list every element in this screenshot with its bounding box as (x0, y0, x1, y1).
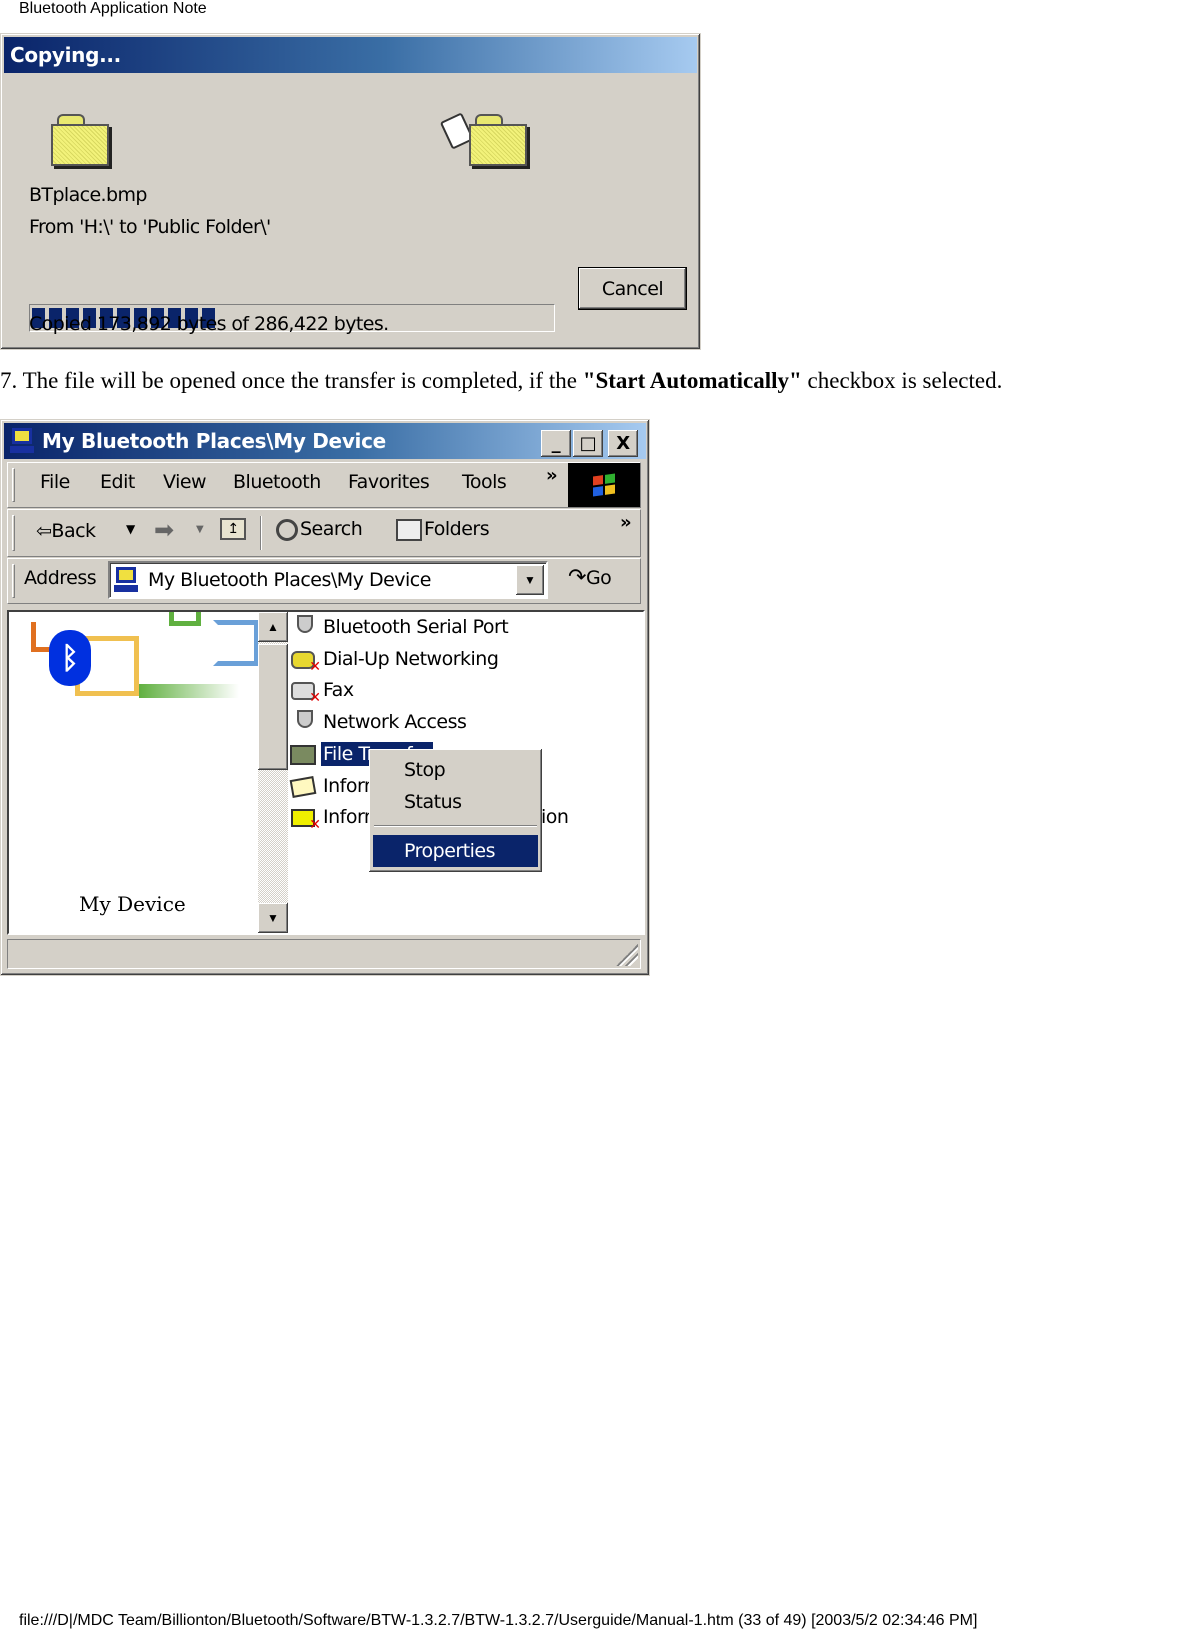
serial-port-plug-icon (289, 613, 319, 641)
back-arrow-icon: ⇦ (36, 520, 52, 542)
service-item[interactable]: Network Access (289, 707, 468, 737)
minimize-button[interactable]: _ (541, 430, 571, 457)
page-footer: file:///D|/MDC Team/Billionton/Bluetooth… (19, 1612, 978, 1629)
back-button[interactable]: ⇦Back (36, 520, 96, 542)
network-plug-icon (289, 708, 319, 736)
menu-bar: File Edit View Bluetooth Favorites Tools… (7, 462, 641, 508)
instruction-paragraph: 7. The file will be opened once the tran… (0, 368, 1003, 393)
context-menu: Stop Status Properties (369, 749, 542, 872)
windows-logo-icon (568, 463, 640, 507)
standard-toolbar: ⇦Back ▼ ➡ ▼ ↥ Search Folders » (7, 509, 641, 557)
toolbar-grip[interactable] (12, 515, 15, 551)
scroll-thumb[interactable] (258, 644, 288, 770)
address-input[interactable]: My Bluetooth Places\My Device ▼ (108, 561, 548, 599)
page-header: Bluetooth Application Note (19, 0, 207, 17)
menu-edit[interactable]: Edit (100, 471, 135, 493)
folder-icon (289, 740, 319, 768)
unavailable-x-icon: ✕ (309, 690, 321, 707)
envelope-pen-icon (289, 772, 319, 800)
address-bar: Address My Bluetooth Places\My Device ▼ … (7, 558, 641, 604)
search-magnifier-icon (276, 518, 298, 541)
vertical-scrollbar[interactable]: ▲ ▼ (258, 612, 288, 933)
destination-folder-icon (469, 114, 531, 166)
copy-from-to: From 'H:\' to 'Public Folder\' (29, 216, 271, 238)
copy-filename: BTplace.bmp (29, 184, 147, 206)
maximize-button[interactable]: □ (573, 430, 603, 457)
toolbar-overflow-chevron-icon[interactable]: » (620, 512, 632, 533)
folders-button[interactable]: Folders (396, 518, 490, 541)
service-item[interactable]: Bluetooth Serial Port (289, 612, 510, 642)
menu-bar-grip[interactable] (12, 468, 15, 502)
menu-overflow-chevron-icon[interactable]: » (546, 465, 558, 486)
envelope-icon: ✕ (289, 803, 321, 834)
menu-view[interactable]: View (163, 471, 207, 493)
menu-tools[interactable]: Tools (462, 471, 507, 493)
unavailable-x-icon: ✕ (309, 817, 321, 834)
fax-icon: ✕ (289, 676, 321, 707)
address-device-icon (114, 567, 140, 593)
folders-icon (396, 518, 422, 541)
go-button[interactable]: ↷Go (568, 565, 612, 590)
explorer-window: My Bluetooth Places\My Device _ □ X File… (0, 419, 650, 976)
scroll-up-icon[interactable]: ▲ (258, 612, 288, 642)
go-arrow-icon: ↷ (568, 565, 586, 590)
device-label: My Device (79, 892, 186, 916)
bluetooth-logo-icon: ᛒ (49, 630, 91, 686)
address-dropdown-icon[interactable]: ▼ (516, 565, 544, 595)
service-label: Dial-Up Networking (323, 647, 499, 670)
close-button[interactable]: X (608, 430, 638, 457)
dialog-title: Copying... (10, 43, 121, 67)
content-pane: ᛒ My Device ▲ ▼ Bluetooth Serial Port ✕ Di… (7, 610, 645, 935)
service-item[interactable]: ✕ Fax (289, 675, 356, 707)
address-grip[interactable] (12, 564, 15, 598)
unavailable-x-icon: ✕ (309, 658, 321, 675)
dialog-titlebar: Copying... (4, 37, 697, 73)
service-label-suffix: ion (541, 806, 569, 829)
start-automatically-emphasis: "Start Automatically" (582, 368, 802, 393)
device-banner: ᛒ My Device (9, 612, 258, 933)
context-menu-separator (374, 825, 537, 827)
copying-dialog: Copying... BTplace.bmp From 'H:\' to 'Pu… (0, 33, 701, 350)
toolbar-separator (260, 516, 262, 550)
menu-bluetooth[interactable]: Bluetooth (233, 471, 321, 493)
my-device-icon (10, 428, 36, 454)
explorer-titlebar: My Bluetooth Places\My Device _ □ X (4, 423, 646, 459)
scroll-down-icon[interactable]: ▼ (258, 903, 288, 933)
address-value: My Bluetooth Places\My Device (148, 569, 431, 591)
context-menu-status[interactable]: Status (373, 787, 538, 817)
up-folder-icon[interactable]: ↥ (220, 518, 246, 540)
service-label: Network Access (323, 711, 467, 734)
context-menu-stop[interactable]: Stop (373, 755, 538, 785)
forward-arrow-icon[interactable]: ➡ (154, 516, 174, 544)
source-folder-icon (51, 114, 113, 166)
back-dropdown-icon[interactable]: ▼ (126, 522, 135, 536)
menu-file[interactable]: File (40, 471, 70, 493)
service-label: Bluetooth Serial Port (323, 616, 509, 638)
service-label: Fax (323, 679, 354, 702)
search-button[interactable]: Search (276, 518, 363, 541)
telephone-icon: ✕ (289, 645, 321, 675)
address-label: Address (24, 567, 97, 589)
service-item[interactable]: ✕ Dial-Up Networking (289, 644, 500, 675)
copy-status: Copied 173,892 bytes of 286,422 bytes. (29, 313, 389, 335)
explorer-title: My Bluetooth Places\My Device (42, 429, 386, 453)
status-bar (7, 939, 641, 969)
context-menu-properties[interactable]: Properties (373, 835, 538, 867)
forward-dropdown-icon[interactable]: ▼ (196, 524, 204, 535)
menu-favorites[interactable]: Favorites (348, 471, 430, 493)
cancel-button[interactable]: Cancel (578, 267, 687, 310)
resize-grip-icon[interactable] (616, 944, 638, 966)
